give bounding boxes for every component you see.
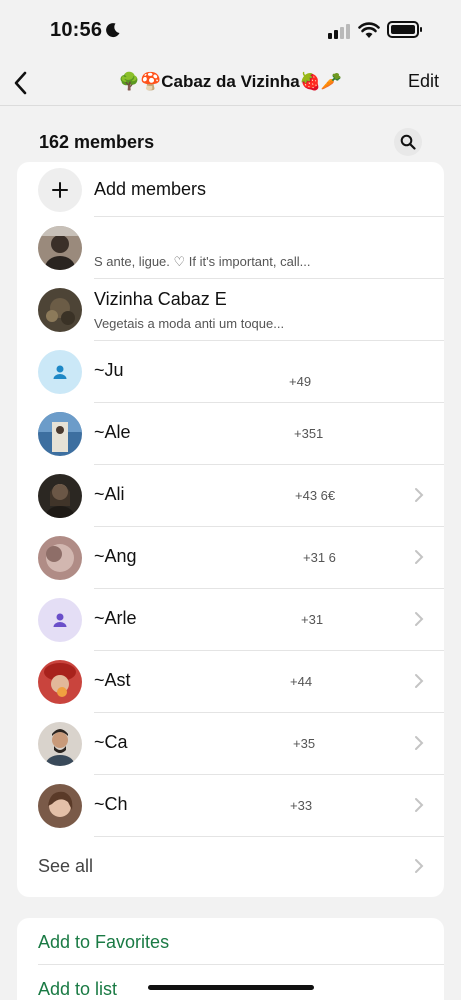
member-name: ~Arle <box>94 608 137 628</box>
chevron-right-icon <box>415 612 424 626</box>
member-row[interactable]: ~Ale +351 <box>17 403 444 465</box>
avatar <box>38 784 82 828</box>
member-phone: +43 6€ <box>295 488 336 503</box>
member-row[interactable]: ~Arle +31 <box>17 589 444 651</box>
member-phone: +44 <box>290 674 313 689</box>
avatar <box>38 226 82 270</box>
group-title: 🌳🍄Cabaz da Vizinha🍓🥕 <box>118 72 343 91</box>
member-phone: +351 <box>294 426 324 441</box>
battery-icon <box>387 21 422 38</box>
chevron-right-icon <box>415 488 424 502</box>
signal-icon <box>328 24 350 39</box>
member-row[interactable]: ~Ju +49 <box>17 341 444 403</box>
add-to-favorites-button[interactable]: Add to Favorites <box>38 932 169 953</box>
search-button[interactable] <box>394 128 422 156</box>
chevron-right-icon[interactable] <box>414 858 424 874</box>
member-phone: +31 <box>301 612 324 627</box>
member-name: ~Ang <box>94 546 137 566</box>
status-time: 10:56 <box>50 19 103 41</box>
member-name: ~Ale <box>94 422 131 442</box>
avatar <box>38 660 82 704</box>
default-avatar-icon <box>38 350 82 394</box>
chevron-right-icon <box>415 674 424 688</box>
see-all-button[interactable]: See all <box>38 856 93 877</box>
nav-bar: 🌳🍄Cabaz da Vizinha🍓🥕 Edit <box>0 62 461 106</box>
member-name: ~Ali <box>94 484 125 504</box>
member-row[interactable]: Vizinha Cabaz E Vegetais a moda anti um … <box>17 279 444 341</box>
default-avatar-icon <box>38 598 82 642</box>
avatar <box>38 536 82 580</box>
plus-icon <box>52 182 68 198</box>
member-name: Vizinha Cabaz E <box>94 289 227 309</box>
search-icon <box>400 134 416 150</box>
add-members-row[interactable]: Add members <box>17 162 444 217</box>
member-status: Vegetais a moda anti um toque... <box>94 316 285 331</box>
wifi-icon <box>358 22 380 38</box>
member-phone: +35 <box>293 736 316 751</box>
chevron-right-icon <box>415 550 424 564</box>
member-row[interactable]: ~Ang +31 6 <box>17 527 444 589</box>
avatar <box>38 412 82 456</box>
member-phone: +31 6 <box>303 550 336 565</box>
member-name: ~Ca <box>94 732 128 752</box>
members-card: Add members S ante, ligue. ♡ If it's imp… <box>17 162 444 897</box>
add-members-label: Add members <box>94 179 207 199</box>
avatar <box>38 722 82 766</box>
home-indicator[interactable] <box>148 985 314 990</box>
members-count: 162 members <box>39 132 155 152</box>
add-circle[interactable] <box>38 168 82 212</box>
member-row[interactable]: ~Ca +35 <box>17 713 444 775</box>
add-to-list-button[interactable]: Add to list <box>38 979 117 1000</box>
chevron-right-icon <box>415 798 424 812</box>
member-row[interactable]: S ante, ligue. ♡ If it's important, call… <box>17 217 444 279</box>
member-row[interactable]: ~Ast +44 <box>17 651 444 713</box>
member-row[interactable]: ~Ali +43 6€ <box>17 465 444 527</box>
status-bar: 10:56 <box>0 0 461 62</box>
moon-icon <box>106 23 120 38</box>
member-status: S ante, ligue. ♡ If it's important, call… <box>94 254 311 269</box>
chevron-right-icon <box>415 736 424 750</box>
edit-button[interactable]: Edit <box>408 71 439 92</box>
member-phone: +33 <box>290 798 313 813</box>
member-row[interactable]: ~Ch +33 <box>17 775 444 837</box>
avatar <box>38 474 82 518</box>
member-name: ~Ju <box>94 360 124 380</box>
member-name: ~Ast <box>94 670 131 690</box>
avatar <box>38 288 82 332</box>
member-phone: +49 <box>289 374 312 389</box>
member-name: ~Ch <box>94 794 128 814</box>
